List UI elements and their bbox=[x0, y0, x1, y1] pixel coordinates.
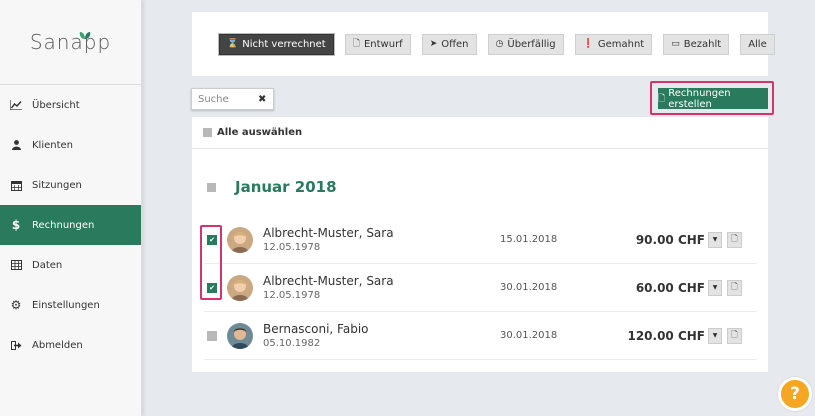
select-all[interactable]: Alle auswählen bbox=[192, 117, 768, 149]
filter-ueberfaellig[interactable]: ◷ Überfällig bbox=[487, 33, 564, 55]
table-row: ✔ Albrecht-Muster, Sara 12.05.1978 30.01… bbox=[204, 264, 757, 312]
caret-down-icon[interactable]: ▼ bbox=[708, 231, 722, 248]
filter-nicht-verrechnet[interactable]: ⌛ Nicht verrechnet bbox=[219, 33, 334, 55]
caret-down-icon[interactable]: ▼ bbox=[708, 327, 722, 344]
money-icon: ▭ bbox=[671, 39, 680, 49]
checkbox-highlight bbox=[200, 225, 222, 300]
sidebar-item-uebersicht[interactable]: Übersicht bbox=[0, 85, 141, 125]
paper-plane-icon: ➤ bbox=[429, 39, 438, 49]
client-name[interactable]: Albrecht-Muster, Sara bbox=[263, 274, 463, 288]
month-group-header: Januar 2018 bbox=[207, 178, 337, 196]
invoice-amount: 90.00 CHF bbox=[635, 232, 705, 247]
hourglass-icon: ⌛ bbox=[227, 39, 239, 49]
sidebar-item-daten[interactable]: Daten bbox=[0, 245, 141, 285]
filter-label: Bezahlt bbox=[683, 38, 722, 50]
table-row: Bernasconi, Fabio 05.10.1982 30.01.2018 … bbox=[204, 312, 757, 360]
client-name[interactable]: Bernasconi, Fabio bbox=[263, 322, 463, 336]
avatar bbox=[227, 274, 253, 301]
question-icon: ? bbox=[790, 384, 800, 404]
client-dob: 05.10.1982 bbox=[263, 338, 321, 349]
client-dob: 12.05.1978 bbox=[263, 290, 321, 301]
filter-offen[interactable]: ➤ Offen bbox=[421, 33, 477, 55]
session-date: 15.01.2018 bbox=[500, 234, 558, 245]
sidebar: Sanapp Übersicht Klienten Sitzungen $ Re… bbox=[0, 0, 142, 416]
sidebar-item-einstellungen[interactable]: ⚙ Einstellungen bbox=[0, 285, 141, 325]
invoice-list-panel: Alle auswählen Januar 2018 ✔ Albrecht-Mu… bbox=[192, 117, 768, 372]
sidebar-item-label: Daten bbox=[32, 259, 63, 271]
file-icon[interactable]: 🗋 bbox=[727, 279, 742, 296]
filter-bezahlt[interactable]: ▭ Bezahlt bbox=[663, 33, 730, 55]
sidebar-item-label: Klienten bbox=[32, 139, 74, 151]
exclamation-icon: ❗ bbox=[582, 39, 594, 49]
month-checkbox[interactable] bbox=[207, 182, 216, 192]
filter-label: Offen bbox=[441, 38, 469, 50]
user-icon bbox=[9, 138, 23, 152]
sidebar-item-label: Rechnungen bbox=[32, 219, 95, 231]
calendar-icon bbox=[9, 178, 23, 192]
logo-text: Sanapp bbox=[29, 30, 112, 54]
dollar-icon: $ bbox=[11, 218, 21, 232]
avatar bbox=[227, 322, 253, 349]
month-title: Januar 2018 bbox=[235, 178, 337, 196]
row-checkbox[interactable] bbox=[207, 330, 217, 341]
create-invoices-highlight: 🗋 Rechnungen erstellen bbox=[650, 81, 774, 115]
client-info: Albrecht-Muster, Sara 12.05.1978 bbox=[263, 274, 463, 301]
leaf-icon bbox=[79, 32, 91, 39]
close-icon[interactable]: ✖ bbox=[258, 94, 266, 105]
search-input[interactable] bbox=[198, 93, 256, 105]
sidebar-item-label: Sitzungen bbox=[32, 179, 82, 191]
filter-label: Nicht verrechnet bbox=[242, 38, 326, 50]
file-icon: 🗋 bbox=[658, 93, 666, 104]
filter-label: Alle bbox=[748, 38, 767, 50]
table-row: ✔ Albrecht-Muster, Sara 12.05.1978 15.01… bbox=[204, 216, 757, 264]
search-box: ✖ bbox=[191, 88, 274, 110]
client-dob: 12.05.1978 bbox=[263, 242, 321, 253]
select-all-label: Alle auswählen bbox=[217, 127, 303, 138]
client-info: Albrecht-Muster, Sara 12.05.1978 bbox=[263, 226, 463, 253]
chart-line-icon bbox=[9, 98, 23, 112]
sidebar-item-label: Übersicht bbox=[32, 99, 80, 111]
select-all-checkbox[interactable] bbox=[203, 128, 212, 137]
filter-label: Überfällig bbox=[507, 38, 556, 50]
sidebar-item-sitzungen[interactable]: Sitzungen bbox=[0, 165, 141, 205]
sidebar-item-label: Einstellungen bbox=[32, 299, 100, 311]
create-invoices-button[interactable]: 🗋 Rechnungen erstellen bbox=[658, 87, 768, 110]
sidebar-item-label: Abmelden bbox=[32, 339, 83, 351]
sign-out-icon bbox=[9, 338, 23, 352]
file-icon: 🗋 bbox=[352, 39, 360, 49]
client-info: Bernasconi, Fabio 05.10.1982 bbox=[263, 322, 463, 349]
caret-down-icon[interactable]: ▼ bbox=[708, 279, 722, 296]
filter-entwurf[interactable]: 🗋 Entwurf bbox=[344, 33, 411, 55]
table-icon bbox=[9, 258, 23, 272]
avatar bbox=[227, 226, 253, 253]
filter-alle[interactable]: Alle bbox=[740, 33, 775, 55]
filter-bar: ⌛ Nicht verrechnet 🗋 Entwurf ➤ Offen ◷ Ü… bbox=[192, 12, 775, 76]
sidebar-item-klienten[interactable]: Klienten bbox=[0, 125, 141, 165]
invoice-amount: 60.00 CHF bbox=[635, 280, 705, 295]
help-button[interactable]: ? bbox=[778, 377, 812, 411]
file-icon[interactable]: 🗋 bbox=[727, 231, 742, 248]
gear-icon: ⚙ bbox=[10, 298, 22, 312]
filter-label: Gemahnt bbox=[597, 38, 645, 50]
session-date: 30.01.2018 bbox=[500, 282, 558, 293]
client-name[interactable]: Albrecht-Muster, Sara bbox=[263, 226, 463, 240]
clock-icon: ◷ bbox=[495, 39, 504, 49]
file-icon[interactable]: 🗋 bbox=[727, 327, 742, 344]
invoice-amount: 120.00 CHF bbox=[627, 328, 705, 343]
create-invoices-label: Rechnungen erstellen bbox=[668, 87, 731, 110]
filter-label: Entwurf bbox=[363, 38, 403, 50]
filter-gemahnt[interactable]: ❗ Gemahnt bbox=[574, 33, 653, 55]
session-date: 30.01.2018 bbox=[500, 330, 558, 341]
sidebar-item-abmelden[interactable]: Abmelden bbox=[0, 325, 141, 365]
logo: Sanapp bbox=[0, 0, 141, 85]
sidebar-item-rechnungen[interactable]: $ Rechnungen bbox=[0, 205, 141, 245]
